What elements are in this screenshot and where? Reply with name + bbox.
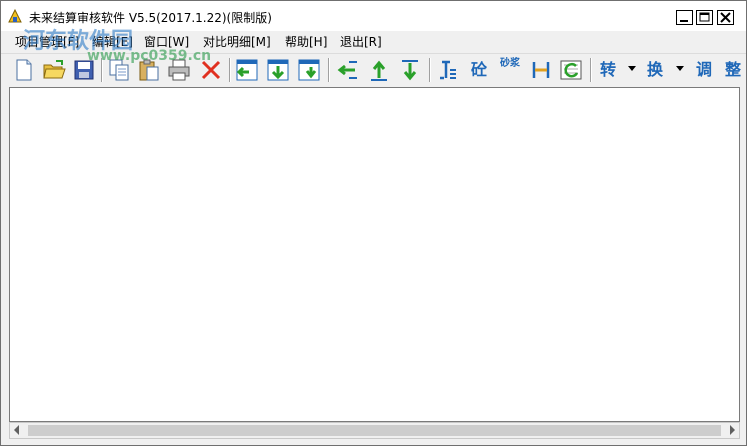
minimize-button[interactable] bbox=[676, 10, 693, 25]
insert-row-down-button[interactable] bbox=[265, 57, 291, 83]
formula-button[interactable] bbox=[436, 58, 460, 82]
arrow-up-icon bbox=[371, 60, 387, 81]
move-up-button[interactable] bbox=[366, 57, 392, 83]
maximize-button[interactable] bbox=[696, 10, 713, 25]
column-width-button[interactable] bbox=[528, 57, 554, 83]
close-icon bbox=[720, 12, 731, 23]
new-file-icon bbox=[16, 59, 32, 81]
document-area[interactable] bbox=[9, 87, 740, 422]
toolbar-separator bbox=[328, 58, 330, 82]
swap-dropdown-icon[interactable] bbox=[676, 66, 684, 71]
adjust-whole-button[interactable]: 整 bbox=[722, 58, 744, 82]
move-down-button[interactable] bbox=[397, 57, 423, 83]
refresh-sheet-button[interactable] bbox=[558, 57, 584, 83]
minimize-icon bbox=[680, 20, 688, 22]
open-folder-button[interactable] bbox=[41, 57, 67, 83]
append-row-button[interactable] bbox=[296, 57, 322, 83]
app-logo-icon bbox=[8, 8, 22, 23]
scrollbar-thumb[interactable] bbox=[28, 425, 721, 436]
mortar-button[interactable]: 砂浆 bbox=[498, 58, 522, 82]
arrow-down-icon bbox=[402, 60, 418, 81]
menu-help[interactable]: 帮助[H] bbox=[285, 33, 327, 50]
toolbar-separator bbox=[229, 58, 231, 82]
insert-down-icon bbox=[267, 59, 289, 81]
main-window: 未来结算审核软件 V5.5(2017.1.22)(限制版) 项目管理[F] 编辑… bbox=[0, 0, 747, 446]
column-width-icon bbox=[532, 62, 550, 78]
append-row-icon bbox=[298, 59, 320, 81]
swap-button[interactable]: 换 bbox=[643, 58, 667, 82]
concrete-button[interactable]: 砼 bbox=[467, 58, 491, 82]
convert-dropdown-icon[interactable] bbox=[628, 66, 636, 71]
horizontal-scrollbar[interactable] bbox=[9, 422, 740, 439]
convert-button[interactable]: 转 bbox=[596, 58, 620, 82]
close-button[interactable] bbox=[717, 10, 734, 25]
maximize-icon bbox=[699, 12, 710, 22]
refresh-sheet-icon bbox=[560, 60, 582, 80]
scroll-left-arrow-icon[interactable] bbox=[14, 425, 19, 435]
adjust-button[interactable]: 调 bbox=[692, 58, 716, 82]
toolbar-separator bbox=[429, 58, 431, 82]
new-file-button[interactable] bbox=[11, 57, 37, 83]
menu-compare-details[interactable]: 对比明细[M] bbox=[203, 33, 271, 50]
formula-icon bbox=[440, 60, 456, 80]
menu-exit[interactable]: 退出[R] bbox=[340, 33, 382, 50]
indent-left-button[interactable] bbox=[335, 57, 361, 83]
indent-left-icon bbox=[337, 61, 357, 79]
toolbar-separator bbox=[590, 58, 592, 82]
insert-row-left-button[interactable] bbox=[234, 57, 260, 83]
scroll-right-arrow-icon[interactable] bbox=[730, 425, 735, 435]
open-folder-icon bbox=[43, 60, 66, 79]
insert-left-icon bbox=[236, 59, 258, 81]
watermark-url: www.pc0359.cn bbox=[87, 48, 212, 64]
